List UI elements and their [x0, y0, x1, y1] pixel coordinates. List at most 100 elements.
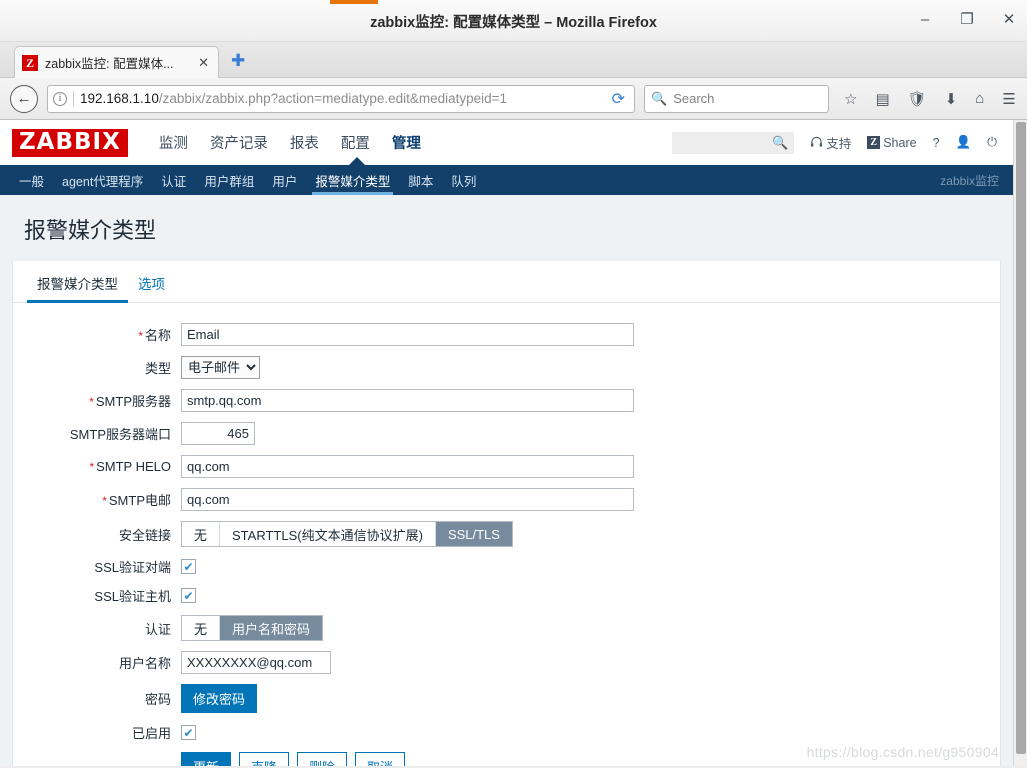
name-input[interactable]: [181, 323, 634, 346]
maximize-icon[interactable]: ❐: [959, 12, 975, 28]
smtp-email-input[interactable]: [181, 488, 634, 511]
subnav-item-queue[interactable]: 队列: [442, 165, 485, 195]
library-icon[interactable]: ▤: [875, 90, 889, 108]
scrollbar-thumb[interactable]: [1016, 122, 1026, 754]
reload-icon[interactable]: ⟳: [608, 89, 629, 109]
headset-icon: [811, 136, 823, 147]
smtp-server-input[interactable]: [181, 389, 634, 412]
zabbix-logo[interactable]: ZABBIX: [12, 128, 128, 157]
subnav-item-authentication[interactable]: 认证: [152, 165, 195, 195]
share-link[interactable]: Z Share: [867, 135, 917, 150]
bookmark-star-icon[interactable]: ☆: [844, 90, 857, 108]
page-content: 报警媒介类型 报警媒介类型 选项 *名称 类型: [0, 195, 1013, 766]
window-controls: – ❐ ✕: [917, 12, 1017, 28]
auth-option-username-password[interactable]: 用户名和密码: [220, 616, 323, 640]
nav-item-monitoring[interactable]: 监测: [148, 126, 199, 159]
minimize-icon[interactable]: –: [917, 12, 933, 28]
shield-icon[interactable]: 🛡: [908, 90, 927, 108]
url-bar[interactable]: i 192.168.1.10/zabbix/zabbix.php?action=…: [47, 84, 635, 113]
firefox-window: zabbix监控: 配置媒体类型 – Mozilla Firefox – ❐ ✕…: [0, 0, 1027, 768]
label-smtp-server-text: SMTP服务器: [95, 394, 171, 409]
browser-toolbar-icons: ☆ ▤ 🛡 ⬇ ⌂ ☰: [844, 90, 1016, 108]
logout-power-icon[interactable]: ⏻: [987, 135, 997, 150]
smtp-port-input[interactable]: [181, 422, 255, 445]
tab-close-icon[interactable]: ✕: [196, 55, 211, 71]
field-row-ssl-verify-host: SSL验证主机 ✔: [13, 586, 1000, 605]
field-row-ssl-verify-peer: SSL验证对端 ✔: [13, 557, 1000, 576]
subnav-item-users[interactable]: 用户: [263, 165, 306, 195]
required-asterisk: *: [89, 395, 94, 409]
nav-item-administration[interactable]: 管理: [381, 126, 432, 159]
clone-button[interactable]: 克隆: [239, 752, 290, 766]
new-tab-icon[interactable]: ✚: [231, 51, 245, 71]
subnav-item-media-types[interactable]: 报警媒介类型: [306, 165, 399, 195]
home-icon[interactable]: ⌂: [975, 90, 984, 107]
label-security: 安全链接: [118, 527, 171, 543]
subnav-item-general[interactable]: 一般: [10, 165, 53, 195]
browser-tab[interactable]: Z zabbix监控: 配置媒体... ✕: [14, 46, 219, 78]
ssl-verify-peer-checkbox[interactable]: ✔: [181, 559, 196, 574]
user-profile-icon[interactable]: 👤: [956, 135, 972, 150]
close-icon[interactable]: ✕: [1001, 12, 1017, 28]
media-type-form-panel: 报警媒介类型 选项 *名称 类型 电子邮件: [12, 261, 1001, 766]
security-segmented-control: 无 STARTTLS(纯文本通信协议扩展) SSL/TLS: [181, 521, 513, 547]
subnav-item-scripts[interactable]: 脚本: [399, 165, 442, 195]
cancel-button[interactable]: 取消: [355, 752, 406, 766]
label-password: 密码: [144, 692, 171, 707]
back-button-icon[interactable]: ←: [10, 84, 38, 113]
downloads-icon[interactable]: ⬇: [945, 90, 958, 108]
update-button[interactable]: 更新: [181, 752, 232, 766]
nav-item-configuration[interactable]: 配置: [330, 126, 381, 159]
field-row-smtp-server: * SMTP服务器: [13, 389, 1000, 412]
label-ssl-verify-host: SSL验证主机: [94, 589, 171, 604]
change-password-button[interactable]: 修改密码: [181, 684, 258, 713]
nav-item-inventory[interactable]: 资产记录: [199, 126, 279, 159]
zabbix-main-nav: 监测 资产记录 报表 配置 管理: [148, 126, 432, 159]
field-row-enabled: 已启用 ✔: [13, 723, 1000, 742]
url-text: 192.168.1.10/zabbix/zabbix.php?action=me…: [80, 91, 602, 106]
subnav-item-user-groups[interactable]: 用户群组: [195, 165, 263, 195]
tab-options[interactable]: 选项: [128, 261, 175, 302]
field-row-smtp-email: * SMTP电邮: [13, 488, 1000, 511]
field-row-smtp-port: SMTP服务器端口: [13, 422, 1000, 445]
label-smtp-email-text: SMTP电邮: [108, 493, 171, 508]
ssl-verify-host-checkbox[interactable]: ✔: [181, 588, 196, 603]
zabbix-global-search[interactable]: 🔍: [672, 131, 795, 154]
site-info-icon[interactable]: i: [53, 91, 67, 106]
menu-hamburger-icon[interactable]: ☰: [1002, 90, 1015, 108]
form-body: *名称 类型 电子邮件 *SMTP服务器: [13, 303, 1000, 766]
label-smtp-port: SMTP服务器端口: [69, 427, 171, 442]
zabbix-sub-nav: 一般 agent代理程序 认证 用户群组 用户 报警媒介类型 脚本 队列 zab…: [0, 157, 1013, 195]
username-input[interactable]: [181, 651, 331, 674]
security-option-starttls[interactable]: STARTTLS(纯文本通信协议扩展): [220, 522, 436, 546]
help-link[interactable]: ?: [933, 136, 940, 150]
zabbix-page-inner: ZABBIX 监测 资产记录 报表 配置 管理 🔍 支持 Z Share ? 👤…: [0, 120, 1013, 766]
label-auth: 认证: [144, 621, 171, 637]
label-smtp-email: * SMTP电邮: [13, 490, 181, 509]
field-row-password: 密码 修改密码: [13, 684, 1000, 713]
type-select[interactable]: 电子邮件: [181, 356, 260, 379]
browser-search-box[interactable]: 🔍 Search: [644, 84, 829, 113]
form-action-buttons: 更新 克隆 删除 取消: [181, 752, 406, 766]
enabled-checkbox[interactable]: ✔: [181, 725, 196, 740]
security-option-none[interactable]: 无: [182, 522, 221, 546]
security-option-ssltls[interactable]: SSL/TLS: [435, 522, 512, 546]
share-label: Share: [883, 135, 917, 150]
subnav-right-label: zabbix监控: [940, 173, 999, 188]
smtp-helo-input[interactable]: [181, 455, 634, 478]
auth-option-none[interactable]: 无: [182, 616, 221, 640]
page-scrollbar[interactable]: [1013, 120, 1027, 766]
delete-button[interactable]: 删除: [297, 752, 348, 766]
watermark: https://blog.csdn.net/g950904: [806, 744, 999, 760]
share-badge-icon: Z: [867, 136, 881, 149]
required-asterisk: *: [89, 460, 95, 474]
nav-item-reports[interactable]: 报表: [279, 126, 330, 159]
browser-tab-strip: Z zabbix监控: 配置媒体... ✕ ✚: [0, 42, 1027, 78]
label-smtp-helo-text: SMTP HELO: [96, 459, 171, 474]
support-link[interactable]: 支持: [810, 133, 851, 152]
subnav-item-proxies[interactable]: agent代理程序: [53, 165, 152, 195]
support-label: 支持: [826, 137, 852, 151]
zabbix-header: ZABBIX 监测 资产记录 报表 配置 管理 🔍 支持 Z Share ? 👤…: [0, 120, 1013, 165]
orange-accent-strip: [330, 0, 378, 4]
tab-media-type[interactable]: 报警媒介类型: [27, 261, 128, 303]
